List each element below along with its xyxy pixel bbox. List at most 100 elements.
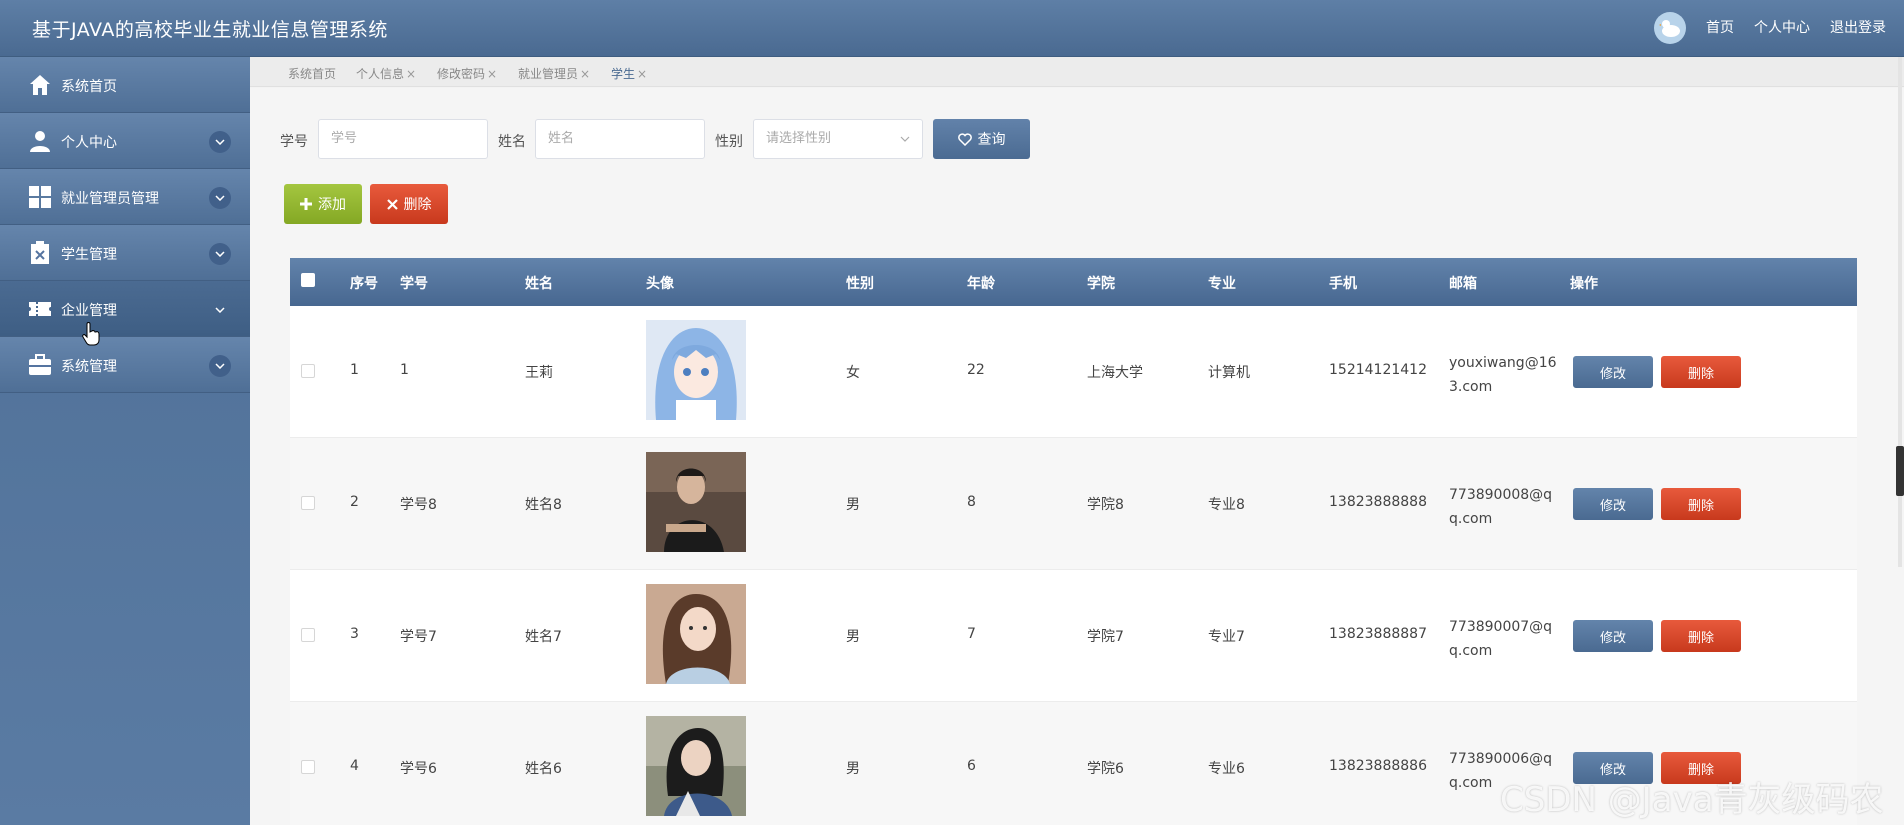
cell-name: 姓名7	[525, 629, 562, 645]
cell-major: 计算机	[1208, 365, 1250, 381]
row-delete-button[interactable]: 删除	[1661, 356, 1741, 388]
add-button[interactable]: 添加	[284, 184, 362, 224]
heart-icon	[957, 132, 972, 146]
col-age: 年龄	[967, 276, 995, 292]
app-title: 基于JAVA的高校毕业生就业信息管理系统	[32, 19, 388, 41]
sidebar-item-company-mgmt[interactable]: 企业管理	[0, 281, 250, 337]
chevron-down-icon[interactable]	[209, 355, 231, 377]
user-icon	[30, 131, 50, 152]
tab-personal-info[interactable]: 个人信息 ×	[356, 65, 416, 82]
student-avatar-image	[646, 320, 746, 420]
cell-phone: 13823888886	[1329, 758, 1427, 774]
cell-gender: 男	[846, 761, 860, 777]
tab-home[interactable]: 系统首页	[288, 65, 336, 82]
cell-index: 2	[350, 494, 359, 510]
name-input[interactable]: 姓名	[535, 119, 705, 159]
cell-gender: 男	[846, 629, 860, 645]
sidebar-item-system-mgmt[interactable]: 系统管理	[0, 337, 250, 393]
col-name: 姓名	[525, 276, 553, 292]
cell-phone: 13823888888	[1329, 494, 1427, 510]
avatar[interactable]	[1654, 12, 1686, 44]
cell-college: 学院7	[1087, 629, 1124, 645]
name-label: 姓名	[498, 134, 526, 150]
edit-button[interactable]: 修改	[1573, 620, 1653, 652]
col-actions: 操作	[1570, 276, 1598, 292]
edit-button[interactable]: 修改	[1573, 488, 1653, 520]
cell-college: 学院6	[1087, 761, 1124, 777]
cell-college: 学院8	[1087, 497, 1124, 513]
chevron-down-icon[interactable]	[209, 187, 231, 209]
student-no-label: 学号	[280, 134, 308, 150]
cell-college: 上海大学	[1087, 365, 1143, 381]
table-row: 1 1 王莉 女 22 上海大学 计算机 15214121412 youxiwa…	[290, 306, 1857, 438]
sidebar-item-employment-admin[interactable]: 就业管理员管理	[0, 169, 250, 225]
row-checkbox[interactable]	[301, 364, 315, 378]
close-icon	[386, 198, 398, 210]
col-phone: 手机	[1329, 276, 1357, 292]
gender-select[interactable]: 请选择性别	[753, 119, 923, 159]
sidebar-item-label: 就业管理员管理	[61, 191, 159, 207]
close-icon[interactable]: ×	[580, 67, 590, 81]
sidebar-item-label: 系统首页	[61, 79, 117, 95]
row-checkbox[interactable]	[301, 496, 315, 510]
sidebar-item-student-mgmt[interactable]: 学生管理	[0, 225, 250, 281]
col-college: 学院	[1087, 276, 1115, 292]
cell-major: 专业6	[1208, 761, 1245, 777]
nav-profile-link[interactable]: 个人中心	[1754, 17, 1810, 37]
chevron-down-icon[interactable]	[209, 299, 231, 321]
row-delete-button[interactable]: 删除	[1661, 620, 1741, 652]
cell-phone: 15214121412	[1329, 362, 1427, 378]
cell-age: 8	[967, 494, 976, 510]
close-icon[interactable]: ×	[487, 67, 497, 81]
header-nav: 首页 个人中心 退出登录	[1706, 17, 1886, 37]
sidebar-item-label: 个人中心	[61, 135, 117, 151]
chevron-down-icon[interactable]	[209, 131, 231, 153]
edit-button[interactable]: 修改	[1573, 356, 1653, 388]
search-button[interactable]: 查询	[933, 119, 1030, 159]
cell-name: 姓名6	[525, 761, 562, 777]
cell-email: 773890007@qq.com	[1449, 619, 1553, 659]
table-row: 3 学号7 姓名7 男 7 学院7 专业7 13823888887 773890…	[290, 570, 1857, 702]
scrollbar-thumb[interactable]	[1896, 446, 1904, 496]
clipboard-icon	[31, 241, 49, 264]
col-index: 序号	[350, 276, 378, 292]
gender-select-placeholder: 请选择性别	[766, 131, 832, 146]
delete-button[interactable]: 删除	[370, 184, 448, 224]
select-all-checkbox[interactable]	[301, 273, 315, 287]
tab-change-password[interactable]: 修改密码 ×	[437, 65, 497, 82]
sidebar-item-home[interactable]: 系统首页	[0, 57, 250, 113]
student-table: 序号 学号 姓名 头像 性别 年龄 学院 专业 手机 邮箱 操作 1 1 王莉 …	[290, 258, 1857, 825]
cell-age: 7	[967, 626, 976, 642]
cell-index: 4	[350, 758, 359, 774]
nav-home-link[interactable]: 首页	[1706, 17, 1734, 37]
cell-email: 773890008@qq.com	[1449, 487, 1553, 527]
sidebar-item-personal-center[interactable]: 个人中心	[0, 113, 250, 169]
cell-student-no: 1	[400, 362, 409, 378]
row-checkbox[interactable]	[301, 628, 315, 642]
plus-icon	[300, 198, 312, 210]
student-avatar-image	[646, 452, 746, 552]
cell-email: youxiwang@163.com	[1449, 355, 1557, 395]
chevron-down-icon	[900, 136, 910, 142]
table-row: 2 学号8 姓名8 男 8 学院8 专业8 13823888888 773890…	[290, 438, 1857, 570]
cell-age: 22	[967, 362, 985, 378]
cell-student-no: 学号6	[400, 761, 437, 777]
col-email: 邮箱	[1449, 276, 1477, 292]
duck-avatar-icon	[1659, 20, 1680, 37]
row-delete-button[interactable]: 删除	[1661, 488, 1741, 520]
chevron-down-icon[interactable]	[209, 243, 231, 265]
sidebar: 系统首页 个人中心 就业管理员管理 学生管理 企业管理 系统管理	[0, 57, 250, 825]
main-content: 学号 学号 姓名 姓名 性别 请选择性别 查询 添加 删除 序号 学号 姓名 头…	[250, 88, 1904, 825]
col-gender: 性别	[846, 276, 874, 292]
close-icon[interactable]: ×	[406, 67, 416, 81]
close-icon[interactable]: ×	[637, 67, 647, 81]
col-student-no: 学号	[400, 276, 428, 292]
nav-logout-link[interactable]: 退出登录	[1830, 17, 1886, 37]
top-header: 基于JAVA的高校毕业生就业信息管理系统 首页 个人中心 退出登录	[0, 0, 1904, 57]
row-checkbox[interactable]	[301, 760, 315, 774]
sidebar-item-label: 学生管理	[61, 247, 117, 263]
tab-student[interactable]: 学生 ×	[611, 65, 647, 82]
student-no-input[interactable]: 学号	[318, 119, 488, 159]
cell-index: 3	[350, 626, 359, 642]
tab-employment-admin[interactable]: 就业管理员 ×	[518, 65, 590, 82]
